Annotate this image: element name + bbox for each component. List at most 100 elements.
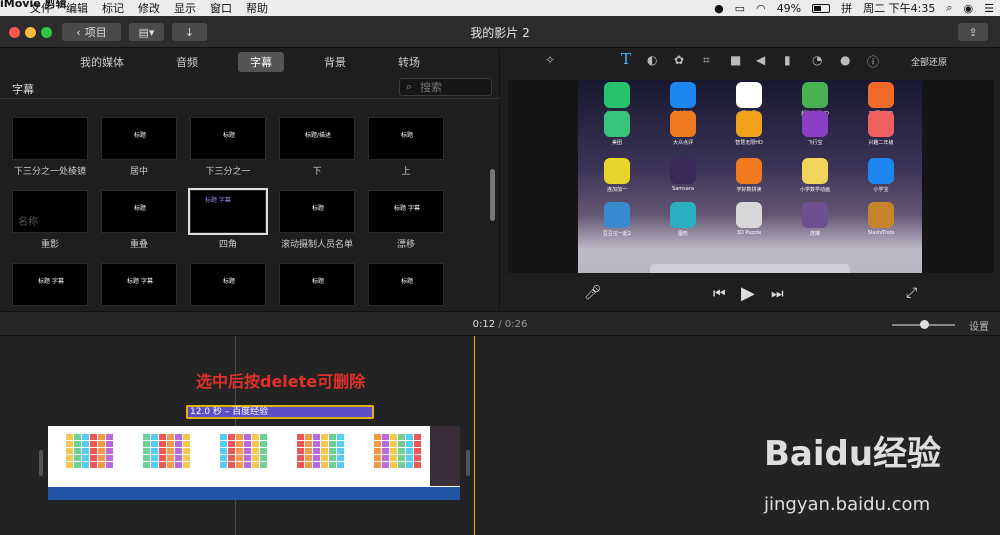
search-icon[interactable]: ⌕: [946, 1, 952, 15]
title-tile[interactable]: 标题 滚动摄制人员名单: [279, 190, 355, 250]
reset-all-button[interactable]: 全部还原: [911, 55, 947, 68]
skip-forward-icon[interactable]: ⏭︎: [771, 286, 784, 302]
share-button[interactable]: ⇪: [958, 23, 988, 41]
frame-cell: [167, 462, 174, 468]
title-clip[interactable]: 12.0 秒 – 百度经验: [186, 405, 374, 419]
frame-cell: [313, 462, 320, 468]
title-tile-label: 重影: [40, 240, 59, 250]
title-tile[interactable]: 标题上: [368, 117, 444, 177]
skip-back-icon[interactable]: ⏮︎: [713, 286, 726, 302]
play-icon[interactable]: ▶: [741, 283, 755, 304]
title-tile[interactable]: 标题 字幕 漂移: [368, 190, 444, 250]
airplay-icon[interactable]: ▭: [735, 2, 745, 15]
frame-cell: [321, 434, 328, 440]
zoom-slider-knob[interactable]: [920, 320, 929, 329]
title-tile[interactable]: 标题: [279, 263, 355, 306]
frame-cell: [297, 448, 304, 454]
wifi-icon[interactable]: ◠: [756, 2, 766, 15]
frame-cell: [406, 434, 413, 440]
frame-cell: [382, 455, 389, 461]
scrollbar[interactable]: [490, 169, 495, 221]
menu-edit[interactable]: 编辑: [66, 0, 88, 16]
title-tile-thumbnail: 标题 字幕: [188, 188, 268, 235]
title-tile[interactable]: 标题: [190, 263, 266, 306]
qq-icon[interactable]: ●: [714, 2, 724, 15]
title-tile[interactable]: 标题 下三分之一: [190, 117, 266, 177]
tab-backgrounds[interactable]: 背景: [312, 52, 358, 72]
frame-cell: [66, 441, 73, 447]
clip-frame: [125, 426, 201, 484]
playhead[interactable]: [474, 336, 475, 535]
title-tile-preview-text: 标题: [133, 205, 146, 212]
clip-frame-thumbnail: [66, 434, 113, 468]
menu-modify[interactable]: 修改: [138, 0, 160, 16]
clip-trim-handle-right[interactable]: [466, 450, 470, 476]
stabilization-icon[interactable]: ■: [730, 53, 741, 67]
title-tile[interactable]: 标题 字幕: [12, 263, 88, 306]
color-balance-icon[interactable]: ◐: [647, 53, 657, 67]
frame-cell: [220, 434, 227, 440]
title-tile[interactable]: 标题 字幕 四角: [188, 188, 268, 250]
equalizer-icon[interactable]: ▮: [784, 53, 791, 67]
menu-help[interactable]: 帮助: [246, 0, 268, 16]
frame-cell: [228, 448, 235, 454]
filter-icon[interactable]: ●: [840, 53, 850, 67]
title-tile-preview-text: 标题/描述: [304, 132, 332, 139]
tab-titles[interactable]: 字幕: [238, 52, 284, 72]
timeline-settings-button[interactable]: 设置: [969, 318, 989, 333]
title-tile[interactable]: 标题 重叠: [101, 190, 177, 250]
title-tile[interactable]: 标题/描述下: [279, 117, 355, 177]
title-tile-thumbnail: 标题/描述: [279, 117, 355, 160]
menu-view[interactable]: 显示: [174, 0, 196, 16]
tab-transitions[interactable]: 转场: [386, 52, 432, 72]
app-icon: [604, 82, 630, 108]
tab-my-media[interactable]: 我的媒体: [68, 52, 136, 72]
audio-track[interactable]: [48, 487, 460, 500]
app-icon: [670, 111, 696, 137]
menu-mark[interactable]: 标记: [102, 0, 124, 16]
frame-cell: [183, 462, 190, 468]
frame-cell: [143, 448, 150, 454]
frame-cell: [297, 441, 304, 447]
frame-cell: [82, 455, 89, 461]
info-icon[interactable]: ⓘ: [867, 53, 879, 70]
title-tile[interactable]: 标题: [368, 263, 444, 306]
speed-icon[interactable]: ◔: [812, 53, 822, 67]
app-icon: [802, 202, 828, 228]
crop-icon[interactable]: ⌗: [703, 53, 710, 68]
viewer-tools: ✧ T ◐ ✿ ⌗ ■ ◀ ▮ ◔ ● ⓘ 全部还原: [501, 49, 1000, 73]
clock[interactable]: 周二 下午4:35: [863, 0, 935, 16]
tab-audio[interactable]: 音频: [164, 52, 210, 72]
title-tile[interactable]: 标题 字幕: [101, 263, 177, 306]
fullscreen-icon[interactable]: ⤢: [906, 285, 917, 301]
color-correction-icon[interactable]: ✿: [674, 53, 684, 67]
notification-center-icon[interactable]: ☰: [984, 2, 994, 15]
frame-cell: [244, 462, 251, 468]
title-tile[interactable]: 下三分之一处棱镜: [12, 117, 88, 177]
battery-icon[interactable]: [812, 3, 831, 13]
clip-frame-thumbnail: [220, 434, 267, 468]
clip-trim-handle-left[interactable]: [39, 450, 43, 476]
frame-cell: [297, 455, 304, 461]
search-input[interactable]: ⌕ 搜索: [399, 78, 492, 96]
siri-icon[interactable]: ◉: [964, 2, 974, 15]
frame-cell: [244, 455, 251, 461]
input-method-icon[interactable]: 拼: [841, 0, 852, 16]
title-text-icon[interactable]: T: [621, 50, 631, 68]
title-tile-preview-text: 标题: [133, 132, 146, 139]
frame-cell: [143, 462, 150, 468]
frame-cell: [382, 441, 389, 447]
menu-window[interactable]: 窗口: [210, 0, 232, 16]
app-icon: [604, 111, 630, 137]
window-toolbar: ‹ 项目 ▤▾ ↓ 我的影片 2 ⇪: [0, 16, 1000, 48]
content-browser: 我的媒体 音频 字幕 背景 转场 字幕 ⌕ 搜索 下三分之一处棱镜 标题 居中 标题下…: [0, 49, 500, 311]
title-tile[interactable]: 标题 居中: [101, 117, 177, 177]
title-tile[interactable]: 名称 重影: [12, 190, 88, 250]
volume-icon[interactable]: ◀: [756, 53, 765, 67]
magic-wand-icon[interactable]: ✧: [545, 53, 555, 67]
app-label: 飞行宝: [807, 140, 823, 146]
frame-cell: [159, 462, 166, 468]
title-tile-thumbnail: 标题: [279, 190, 355, 233]
voiceover-mic-icon[interactable]: 🎤︎: [584, 285, 602, 301]
title-tile-label: 四角: [218, 240, 237, 250]
